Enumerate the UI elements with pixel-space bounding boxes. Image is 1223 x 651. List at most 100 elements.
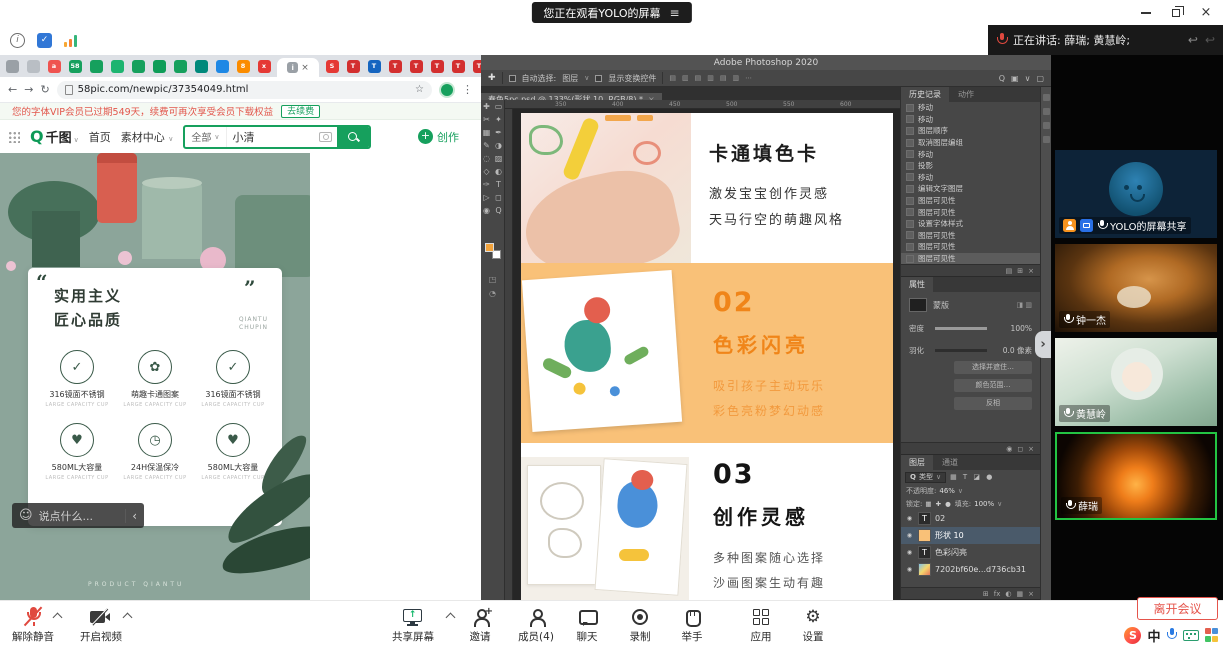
browser-tab[interactable] <box>193 58 209 74</box>
fill-value[interactable]: 100% <box>974 500 994 508</box>
ime-toolbox-icon[interactable] <box>1205 628 1219 642</box>
history-item[interactable]: 图层可见性 <box>901 206 1040 218</box>
browser-tab[interactable]: T <box>366 58 382 74</box>
start-video-button[interactable]: 开启视频 <box>72 606 130 644</box>
layer-row[interactable]: ◉7202bf60e...d736cb31 <box>901 561 1040 578</box>
ps-tool-icon[interactable]: ◑ <box>493 139 505 152</box>
ps-tool-icon[interactable]: ▨ <box>493 152 505 165</box>
adjustment-icon[interactable]: ◐ <box>1005 590 1011 598</box>
visibility-eye-icon[interactable]: ◉ <box>905 566 914 573</box>
chat-input-placeholder[interactable]: 说点什么... <box>39 508 120 524</box>
align-icon[interactable]: ▥ <box>707 74 714 82</box>
layer-filter-select[interactable]: Q类型∨ <box>905 472 946 483</box>
browser-tab[interactable]: x <box>256 58 272 74</box>
ps-tool-icon[interactable]: ▦ <box>481 126 493 139</box>
ps-tool-icon[interactable]: ✑ <box>481 178 493 191</box>
apply-icon[interactable]: ◉ <box>1006 445 1012 453</box>
browser-tab[interactable] <box>172 58 188 74</box>
disable-icon[interactable]: ◻ <box>1017 445 1023 453</box>
history-item[interactable]: 图层可见性 <box>901 230 1040 242</box>
reload-icon[interactable]: ↻ <box>40 83 49 96</box>
history-item[interactable]: 图层可见性 <box>901 253 1040 265</box>
layer-row[interactable]: ◉T色彩闪亮 <box>901 544 1040 561</box>
density-slider[interactable] <box>935 327 987 330</box>
ps-tool-icon[interactable]: ✎ <box>481 139 493 152</box>
delete-icon[interactable]: × <box>1028 445 1034 453</box>
browser-tab[interactable]: T <box>345 58 361 74</box>
ps-tool-icon[interactable]: ◉ <box>481 204 493 217</box>
record-button[interactable]: 录制 <box>618 606 662 644</box>
participant-tile[interactable]: 黄慧岭 <box>1055 338 1217 426</box>
minimize-button[interactable] <box>1131 1 1161 25</box>
back-icon[interactable]: ← <box>8 83 17 96</box>
history-item[interactable]: 图层可见性 <box>901 241 1040 253</box>
mask-mode-icons[interactable]: ◨ ▥ <box>1017 301 1032 309</box>
history-item[interactable]: 移动 <box>901 172 1040 184</box>
select-and-mask-button[interactable]: 选择并遮住… <box>954 361 1032 374</box>
search-category-select[interactable]: 全部∨ <box>185 127 226 147</box>
link-icon[interactable]: ⊞ <box>983 590 989 598</box>
image-search-icon[interactable] <box>319 132 332 142</box>
browser-tab[interactable]: 8 <box>235 58 251 74</box>
chat-input-pill[interactable]: ☺ 说点什么... ‹ <box>12 503 144 528</box>
search-icon[interactable]: Q <box>999 74 1005 83</box>
ime-voice-icon[interactable] <box>1167 628 1177 642</box>
nav-material[interactable]: 素材中心 ∨ <box>121 129 174 145</box>
arrow-icons[interactable]: ↩↩ <box>1188 33 1215 47</box>
visibility-eye-icon[interactable]: ◉ <box>905 549 914 556</box>
history-item[interactable]: 移动 <box>901 114 1040 126</box>
delete-layer-icon[interactable]: × <box>1028 590 1034 598</box>
address-bar[interactable]: 58pic.com/newpic/37354049.html ☆ <box>57 81 432 99</box>
history-item[interactable]: 移动 <box>901 148 1040 160</box>
browser-menu-icon[interactable]: ⋮ <box>462 83 473 96</box>
snapshot-icon[interactable]: ▤ <box>1006 267 1013 275</box>
sogou-logo-icon[interactable]: S <box>1124 627 1141 644</box>
browser-tab[interactable] <box>88 58 104 74</box>
ps-canvas-artwork[interactable]: 卡通填色卡 激发宝宝创作灵感 天马行空的萌趣风格 02 色彩闪亮 吸引孩子主动玩… <box>521 113 893 600</box>
invite-button[interactable]: + 邀请 <box>458 606 502 644</box>
auto-select-value[interactable]: 图层 <box>562 73 578 84</box>
new-layer-icon[interactable]: ▦ <box>1017 590 1024 598</box>
search-input[interactable]: 小清 <box>227 129 320 145</box>
participant-tile[interactable]: 钟一杰 <box>1055 244 1217 332</box>
history-item[interactable]: 设置字体样式 <box>901 218 1040 230</box>
sidebar-collapse-tab[interactable]: › <box>1035 331 1051 358</box>
tab-history[interactable]: 历史记录 <box>901 87 949 102</box>
site-search[interactable]: 全部∨ 小清 <box>183 125 371 149</box>
ps-tool-icon[interactable]: ▭ <box>493 100 505 113</box>
ps-tool-icon[interactable]: ✦ <box>493 113 505 126</box>
emoji-icon[interactable]: ☺ <box>19 509 33 522</box>
browser-tab[interactable]: T <box>408 58 424 74</box>
chat-button[interactable]: 聊天 <box>565 606 609 644</box>
browser-tab[interactable]: T <box>471 58 481 74</box>
browser-tab[interactable]: S <box>324 58 340 74</box>
history-item[interactable]: 取消图层编组 <box>901 137 1040 149</box>
align-icon[interactable]: ▤ <box>669 74 676 82</box>
history-item[interactable]: 投影 <box>901 160 1040 172</box>
opacity-chevron-icon[interactable]: ∨ <box>958 487 963 495</box>
ps-tool-icon[interactable]: ◌ <box>481 152 493 165</box>
search-button[interactable] <box>337 127 369 147</box>
invert-button[interactable]: 反相 <box>954 397 1032 410</box>
visibility-eye-icon[interactable]: ◉ <box>905 515 914 522</box>
browser-tab[interactable] <box>25 58 41 74</box>
browser-tab[interactable]: T <box>450 58 466 74</box>
restore-button[interactable] <box>1161 1 1191 25</box>
close-button[interactable]: × <box>1191 1 1221 25</box>
forward-icon[interactable]: → <box>24 83 33 96</box>
browser-tab[interactable] <box>214 58 230 74</box>
network-signal-icon[interactable] <box>64 34 77 47</box>
align-icon[interactable]: ▥ <box>733 74 740 82</box>
color-range-button[interactable]: 颜色范围… <box>954 379 1032 392</box>
share-options-chevron[interactable] <box>446 613 456 623</box>
align-icon[interactable]: ▤ <box>695 74 702 82</box>
browser-tab[interactable]: T <box>387 58 403 74</box>
align-icon[interactable]: ▤ <box>720 74 727 82</box>
browser-tab[interactable]: 58 <box>67 58 83 74</box>
browser-tab[interactable] <box>4 58 20 74</box>
settings-button[interactable]: ⚙ 设置 <box>791 606 835 644</box>
lock-icons[interactable]: ▦ ✚ ● <box>925 500 951 508</box>
shield-icon[interactable]: ✓ <box>37 33 52 48</box>
layer-filter-icons[interactable]: ▦ T ◪ ● <box>950 473 994 481</box>
density-value[interactable]: 100% <box>1011 324 1032 333</box>
